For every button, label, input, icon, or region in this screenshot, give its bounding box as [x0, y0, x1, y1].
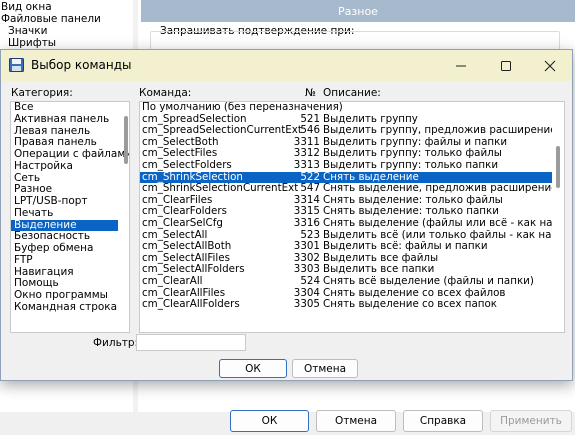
command-number: 3301 — [293, 240, 320, 253]
command-row[interactable]: cm_ClearAll 524 Снять всё выделение (файлы… — [140, 274, 564, 288]
command-name: cm_ClearSelCfg — [142, 216, 223, 229]
command-name: cm_ShrinkSelectionCurrentExt — [142, 182, 299, 195]
command-description: Выделить группу — [323, 113, 418, 125]
command-default-label: По умолчанию (без переназначения) — [142, 101, 343, 113]
category-label: Категория: — [11, 87, 73, 99]
command-description: Выделить группу: только файлы — [323, 148, 502, 160]
category-item[interactable]: Командная строка — [11, 301, 129, 314]
command-description: Выделить все файлы — [323, 252, 439, 264]
command-description: Снять выделение, предложив расширение фа… — [323, 183, 552, 195]
command-number: 547 — [300, 182, 320, 195]
command-scrollbar[interactable] — [556, 146, 560, 188]
maximize-icon — [501, 60, 511, 71]
category-item[interactable]: Активная панель — [11, 113, 129, 126]
command-row[interactable]: cm_SelectAllBoth 3301 Выделить всё: файлы … — [140, 241, 564, 253]
command-row[interactable]: cm_ClearAllFolders 3305 Снять выделение со… — [140, 298, 564, 311]
help-button[interactable]: Справка — [403, 410, 483, 432]
command-row-default[interactable]: По умолчанию (без переназначения) — [140, 102, 564, 114]
maximize-button[interactable] — [484, 50, 528, 81]
command-row[interactable]: cm_ShrinkSelectionCurrentExt 547 Снять выд… — [140, 183, 564, 195]
category-item[interactable]: Окно программы — [11, 289, 129, 302]
dialog-ok-button[interactable]: ОК — [219, 359, 287, 378]
command-name: cm_SelectAllBoth — [142, 240, 232, 253]
command-name: cm_ClearAll — [142, 274, 203, 287]
description-label: Описание: — [323, 87, 381, 99]
category-item[interactable]: Операции с файлами — [11, 148, 129, 161]
tree-item[interactable]: Шрифты — [8, 38, 56, 49]
category-item[interactable]: Настройка — [11, 160, 129, 173]
command-description: Выделить группу: файлы и папки — [323, 136, 508, 148]
number-label: № — [305, 87, 316, 99]
dialog-title: Выбор команды — [31, 58, 132, 72]
command-list[interactable]: По умолчанию (без переназначения) cm_Spr… — [139, 101, 565, 333]
command-description: Выделить группу, предложив расширение фа… — [323, 125, 552, 137]
section-title: Разное — [141, 0, 575, 22]
filter-label: Фильтр: — [93, 337, 139, 349]
cancel-button[interactable]: Отмена — [316, 410, 396, 432]
category-item[interactable]: Печать — [11, 207, 129, 220]
category-list[interactable]: Все Активная панель Левая панель Правая … — [10, 101, 130, 333]
command-number: 524 — [300, 274, 320, 287]
command-description: Снять выделение со всех папок — [323, 299, 498, 311]
command-row[interactable]: cm_SelectFolders 3313 Выделить группу: тол… — [140, 158, 564, 172]
category-item[interactable]: LPT/USB-порт — [11, 195, 129, 208]
command-description: Снять выделение со всех файлов — [323, 287, 506, 299]
choose-command-dialog: Выбор команды Категория: Команда: № Опис… — [0, 49, 573, 381]
floppy-disk-icon — [9, 58, 24, 72]
minimize-button[interactable] — [439, 50, 483, 81]
tree-item[interactable]: Вид окна — [1, 2, 52, 13]
command-description: Снять всё выделение (файлы и папки) — [323, 275, 534, 287]
close-icon — [544, 60, 556, 71]
command-number: 3305 — [293, 298, 320, 311]
dialog-titlebar[interactable]: Выбор команды — [1, 50, 572, 81]
command-label: Команда: — [139, 87, 192, 99]
command-name: cm_SelectFolders — [142, 158, 232, 171]
category-item[interactable]: FTP — [11, 254, 129, 267]
command-description: Снять выделение: только файлы — [323, 194, 503, 206]
command-description: Снять выделение: только папки — [323, 206, 499, 218]
minimize-icon — [456, 65, 466, 66]
command-description: Выделить всё: файлы и папки — [323, 241, 488, 253]
command-number: 3313 — [293, 158, 320, 171]
tree-item[interactable]: Файловые панели — [1, 14, 101, 25]
category-item[interactable]: Буфер обмена — [11, 242, 129, 255]
ok-button[interactable]: ОК — [230, 410, 309, 432]
tree-item[interactable]: Значки — [8, 26, 47, 37]
command-row[interactable]: cm_ClearSelCfg 3316 Снять выделение (файлы… — [140, 216, 564, 230]
command-number: 3316 — [293, 216, 320, 229]
command-description: Выделить все папки — [323, 264, 435, 276]
filter-input[interactable] — [136, 334, 246, 351]
command-description: Выделить группу: только папки — [323, 159, 499, 171]
apply-button[interactable]: Применить — [490, 410, 572, 432]
command-description: Снять выделение (файлы или всё - как нас… — [323, 217, 552, 229]
command-description: Выделить всё (или только файлы - как нас… — [323, 229, 552, 241]
category-item[interactable]: Все — [11, 102, 129, 114]
category-scrollbar[interactable] — [124, 116, 128, 164]
command-description: Снять выделение — [323, 171, 419, 183]
command-name: cm_ClearAllFolders — [142, 298, 240, 311]
dialog-cancel-button[interactable]: Отмена — [292, 359, 358, 378]
command-row[interactable]: cm_SelectAllFolders 3303 Выделить все папк… — [140, 264, 564, 276]
close-button[interactable] — [528, 50, 572, 81]
